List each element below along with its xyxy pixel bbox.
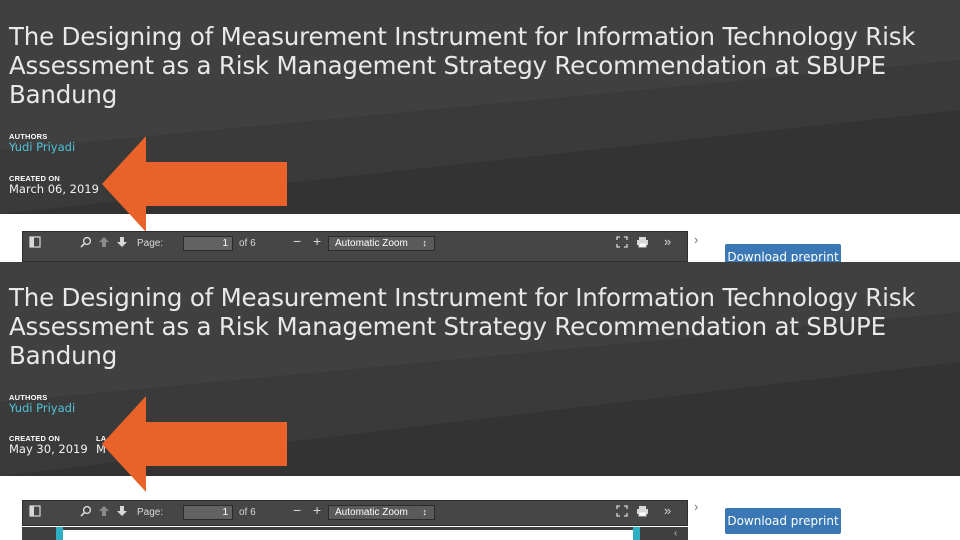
scrollbar-handle[interactable]: ‹ <box>674 528 677 539</box>
arrow-up-icon[interactable] <box>97 236 111 250</box>
created-on-date: May 30, 2019 <box>9 442 88 456</box>
page-total: of 6 <box>239 238 256 249</box>
chevron-updown-icon: ↕ <box>422 507 428 517</box>
fullscreen-icon[interactable] <box>615 505 629 519</box>
page-total: of 6 <box>239 507 256 518</box>
pdf-page <box>63 530 633 540</box>
zoom-out-button[interactable]: − <box>293 234 301 248</box>
arrow-down-icon[interactable] <box>115 236 129 250</box>
chevron-updown-icon: ↕ <box>422 238 428 248</box>
arrow-up-icon[interactable] <box>97 505 111 519</box>
sidebar-toggle-icon[interactable] <box>28 505 42 519</box>
page-title: The Designing of Measurement Instrument … <box>9 283 916 370</box>
print-icon[interactable] <box>635 505 649 519</box>
chevron-right-icon[interactable]: › <box>694 499 698 514</box>
pdf-viewer-toolbar: Page: 1 of 6 − + Automatic Zoom ↕ » <box>22 500 688 526</box>
zoom-in-button[interactable]: + <box>313 503 321 517</box>
page-label: Page: <box>137 507 164 518</box>
page-label: Page: <box>137 238 164 249</box>
author-link[interactable]: Yudi Priyadi <box>9 140 75 154</box>
zoom-select[interactable]: Automatic Zoom ↕ <box>328 505 435 520</box>
pdf-document-viewport[interactable] <box>22 527 688 540</box>
page-number-input[interactable]: 1 <box>183 236 233 251</box>
print-icon[interactable] <box>635 236 649 250</box>
page-title: The Designing of Measurement Instrument … <box>9 22 916 109</box>
pdf-viewer-toolbar: Page: 1 of 6 − + Automatic Zoom ↕ » <box>22 231 688 262</box>
search-icon[interactable] <box>79 236 93 250</box>
author-link[interactable]: Yudi Priyadi <box>9 401 75 415</box>
created-on-date: March 06, 2019 <box>9 182 99 196</box>
left-arrow-icon <box>102 396 287 492</box>
page-number-input[interactable]: 1 <box>183 505 233 520</box>
sidebar-toggle-icon[interactable] <box>28 236 42 250</box>
zoom-select[interactable]: Automatic Zoom ↕ <box>328 236 435 251</box>
fullscreen-icon[interactable] <box>615 236 629 250</box>
chevron-right-icon[interactable]: › <box>694 232 698 247</box>
zoom-out-button[interactable]: − <box>293 503 301 517</box>
left-arrow-icon <box>102 136 287 232</box>
zoom-select-value: Automatic Zoom <box>335 507 408 518</box>
screenshot-panel-bottom: The Designing of Measurement Instrument … <box>0 262 960 540</box>
double-chevron-right-icon[interactable]: » <box>664 504 671 518</box>
arrow-down-icon[interactable] <box>115 505 129 519</box>
zoom-in-button[interactable]: + <box>313 234 321 248</box>
search-icon[interactable] <box>79 505 93 519</box>
page-border-right <box>633 527 640 540</box>
download-preprint-button[interactable]: Download preprint <box>725 508 841 534</box>
double-chevron-right-icon[interactable]: » <box>664 235 671 249</box>
download-preprint-button[interactable]: Download preprint <box>725 244 841 262</box>
screenshot-panel-top: The Designing of Measurement Instrument … <box>0 0 960 262</box>
page-border-left <box>56 527 63 540</box>
zoom-select-value: Automatic Zoom <box>335 238 408 249</box>
